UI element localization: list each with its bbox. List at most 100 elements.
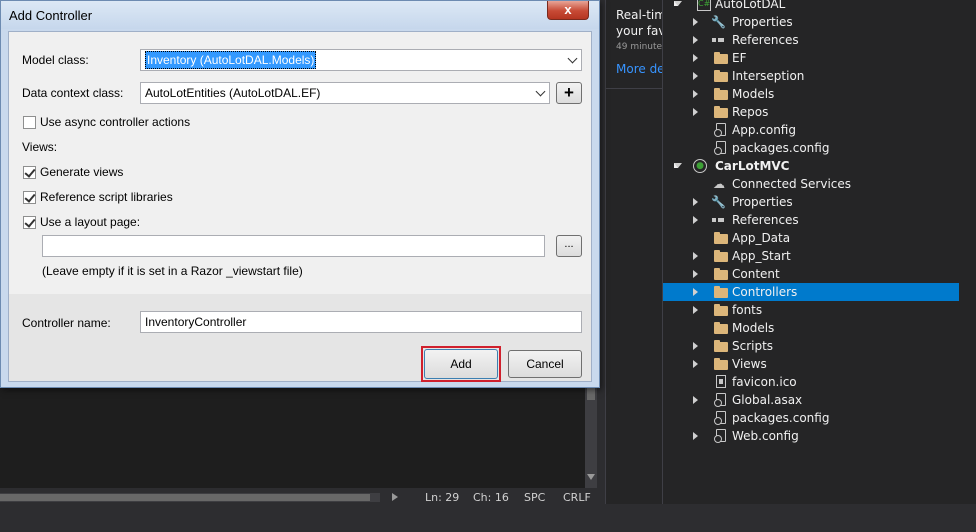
reference-scripts-checkbox[interactable] xyxy=(23,191,36,204)
expand-icon[interactable] xyxy=(693,198,698,206)
dialog-titlebar[interactable]: Add Controller x xyxy=(1,1,599,29)
model-class-select[interactable]: Inventory (AutoLotDAL.Models) xyxy=(140,49,582,71)
tree-item-references[interactable]: References xyxy=(663,31,959,49)
tree-item-app-data[interactable]: App_Data xyxy=(663,229,959,247)
views-label: Views: xyxy=(22,140,58,154)
tree-item-packages-config[interactable]: packages.config xyxy=(663,409,959,427)
expand-icon[interactable] xyxy=(693,54,698,62)
solution-explorer: C# AutoLotDAL 🔧 Properties References EF… xyxy=(662,0,976,504)
tree-item-repos[interactable]: Repos xyxy=(663,103,959,121)
scroll-down-icon[interactable] xyxy=(587,474,595,480)
notification-time: 49 minute( xyxy=(616,42,662,52)
tree-item-models[interactable]: Models xyxy=(663,319,959,337)
data-context-label: Data context class: xyxy=(22,86,124,100)
expand-icon[interactable] xyxy=(693,342,698,350)
async-checkbox[interactable] xyxy=(23,116,36,129)
model-class-label: Model class: xyxy=(22,53,89,67)
csharp-project-icon: C# xyxy=(697,0,711,11)
data-context-value: AutoLotEntities (AutoLotDAL.EF) xyxy=(145,86,321,100)
tree-item-references[interactable]: References xyxy=(663,211,959,229)
notification-panel: Real-tim your fav 49 minute( More de xyxy=(605,0,662,504)
tree-item-global-asax[interactable]: Global.asax xyxy=(663,391,959,409)
line-indicator: Ln: 29 xyxy=(425,491,460,504)
scroll-right-icon[interactable] xyxy=(392,493,398,501)
controller-name-input[interactable]: InventoryController xyxy=(140,311,582,333)
collapse-icon[interactable] xyxy=(674,1,682,6)
close-icon: x xyxy=(564,2,572,17)
cancel-button[interactable]: Cancel xyxy=(508,350,582,378)
expand-icon[interactable] xyxy=(693,18,698,26)
layout-page-checkbox[interactable] xyxy=(23,216,36,229)
expand-icon[interactable] xyxy=(693,270,698,278)
layout-path-input[interactable] xyxy=(42,235,545,257)
tree-item-app-config[interactable]: App.config xyxy=(663,121,959,139)
tree-item-scripts[interactable]: Scripts xyxy=(663,337,959,355)
tree-item-favicon[interactable]: favicon.ico xyxy=(663,373,959,391)
tree-item-web-config[interactable]: Web.config xyxy=(663,427,959,445)
tree-item-connected-services[interactable]: ☁ Connected Services xyxy=(663,175,959,193)
tree-item-label: Models xyxy=(732,87,775,101)
expand-icon[interactable] xyxy=(693,396,698,404)
more-details-link[interactable]: More de xyxy=(616,62,662,76)
add-button[interactable]: Add xyxy=(424,349,498,379)
tree-item-properties[interactable]: 🔧 Properties xyxy=(663,13,959,31)
tree-item-label: Models xyxy=(732,321,775,335)
whitespace-mode-indicator[interactable]: SPC xyxy=(524,491,545,504)
expand-icon[interactable] xyxy=(693,108,698,116)
expand-icon[interactable] xyxy=(693,216,698,224)
folder-icon xyxy=(714,285,728,299)
notification-text: Real-tim xyxy=(616,8,662,22)
reference-scripts-label[interactable]: Reference script libraries xyxy=(40,190,173,204)
tree-item-app-start[interactable]: App_Start xyxy=(663,247,959,265)
dialog-title: Add Controller xyxy=(9,8,93,23)
tree-item-properties[interactable]: 🔧 Properties xyxy=(663,193,959,211)
folder-icon xyxy=(714,321,728,335)
expand-icon[interactable] xyxy=(693,432,698,440)
scrollbar-thumb[interactable] xyxy=(0,494,370,501)
generate-views-checkbox[interactable] xyxy=(23,166,36,179)
expand-icon[interactable] xyxy=(693,36,698,44)
tree-item-label: Controllers xyxy=(732,285,798,299)
editor-horizontal-scrollbar[interactable] xyxy=(0,493,380,502)
folder-icon xyxy=(714,303,728,317)
folder-icon xyxy=(714,51,728,65)
tree-item-models[interactable]: Models xyxy=(663,85,959,103)
chevron-down-icon xyxy=(535,86,546,97)
tree-item-label: Connected Services xyxy=(732,177,852,191)
wrench-icon: 🔧 xyxy=(711,195,726,209)
expand-icon[interactable] xyxy=(693,306,698,314)
async-label[interactable]: Use async controller actions xyxy=(40,115,190,129)
references-icon xyxy=(711,213,725,227)
tree-item-label: Content xyxy=(732,267,780,281)
bottom-bar xyxy=(0,508,976,532)
close-button[interactable]: x xyxy=(547,1,589,20)
tree-item-carlotmvc[interactable]: ● CarLotMVC xyxy=(663,157,959,175)
expand-icon[interactable] xyxy=(693,72,698,80)
tree-item-ef[interactable]: EF xyxy=(663,49,959,67)
expand-icon[interactable] xyxy=(693,288,698,296)
browse-button[interactable]: ... xyxy=(556,235,582,257)
line-ending-indicator[interactable]: CRLF xyxy=(563,491,591,504)
expand-icon[interactable] xyxy=(693,252,698,260)
generate-views-label[interactable]: Generate views xyxy=(40,165,123,179)
config-file-icon xyxy=(714,429,726,443)
tree-item-label: Repos xyxy=(732,105,769,119)
layout-page-label[interactable]: Use a layout page: xyxy=(40,215,140,229)
expand-icon[interactable] xyxy=(693,90,698,98)
tree-item-packages-config[interactable]: packages.config xyxy=(663,139,959,157)
tree-item-content[interactable]: Content xyxy=(663,265,959,283)
expand-icon[interactable] xyxy=(693,360,698,368)
tree-item-label: Global.asax xyxy=(732,393,803,407)
tree-item-fonts[interactable]: fonts xyxy=(663,301,959,319)
tree-item-autolotdal[interactable]: C# AutoLotDAL xyxy=(663,0,959,13)
tree-item-label: Web.config xyxy=(732,429,799,443)
file-icon xyxy=(716,375,726,388)
tree-item-views[interactable]: Views xyxy=(663,355,959,373)
add-data-context-button[interactable]: + xyxy=(556,82,582,104)
tree-item-interseption[interactable]: Interseption xyxy=(663,67,959,85)
divider xyxy=(606,88,662,89)
collapse-icon[interactable] xyxy=(674,163,682,168)
data-context-select[interactable]: AutoLotEntities (AutoLotDAL.EF) xyxy=(140,82,550,104)
config-file-icon xyxy=(714,141,726,155)
tree-item-controllers[interactable]: Controllers xyxy=(663,283,959,301)
